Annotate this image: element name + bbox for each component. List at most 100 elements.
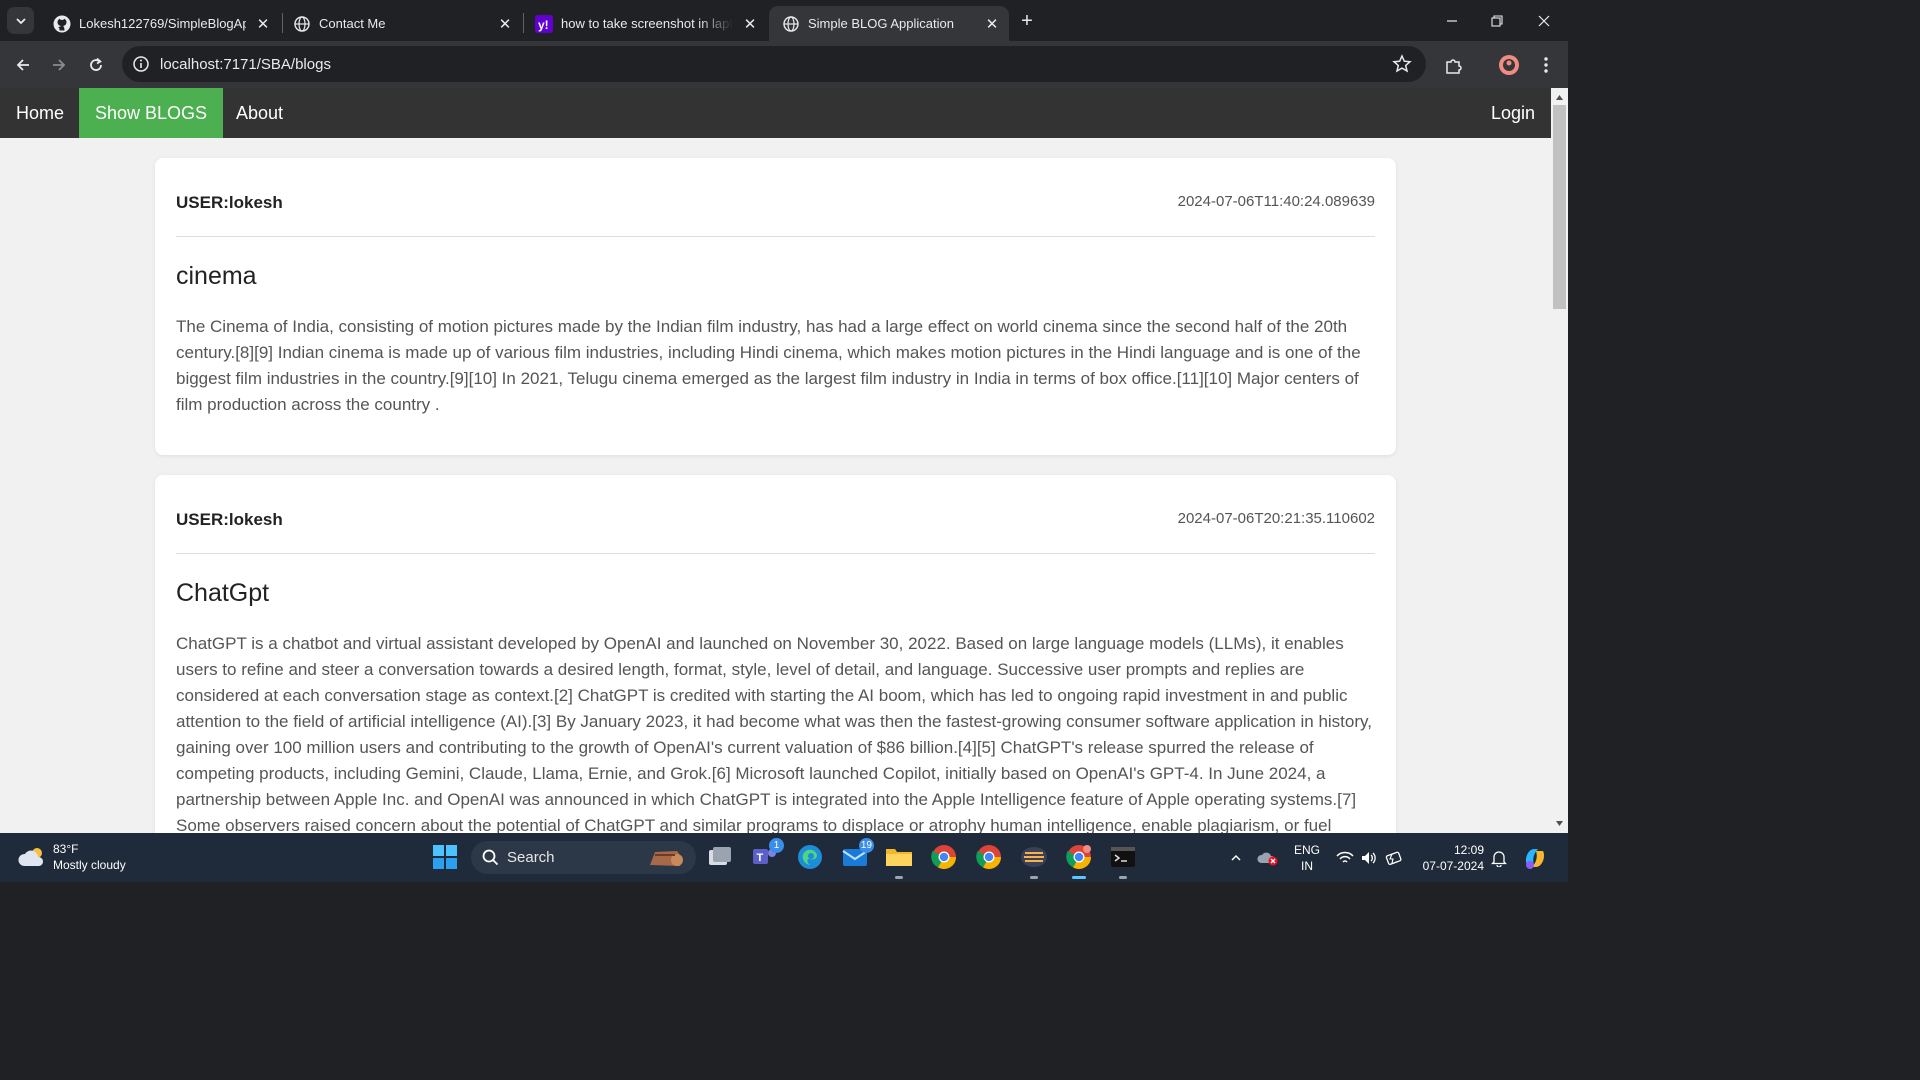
reload-button[interactable] [82, 51, 110, 79]
copilot-button[interactable] [1520, 833, 1550, 882]
close-tab-icon[interactable]: ✕ [496, 15, 514, 33]
language-code: ENG [1293, 843, 1320, 857]
chrome-profile-app[interactable] [973, 841, 1005, 873]
search-highlight-icon [650, 851, 683, 866]
windows-logo-icon [433, 845, 457, 869]
system-clock[interactable]: 12:09 07-07-2024 [1416, 842, 1484, 874]
browser-toolbar: localhost:7171/SBA/blogs [0, 41, 1568, 88]
nav-show-blogs-link[interactable]: Show BLOGS [79, 88, 224, 138]
teams-badge: 1 [769, 838, 784, 853]
mail-badge: 19 [858, 838, 874, 853]
blog-author: USER:lokesh [176, 510, 283, 529]
clock-date: 07-07-2024 [1422, 859, 1484, 873]
restore-button[interactable] [1474, 0, 1520, 41]
notifications-button[interactable] [1488, 833, 1510, 882]
close-icon [1538, 15, 1550, 26]
terminal-app[interactable] [1107, 841, 1139, 879]
blog-title: ChatGpt [176, 579, 270, 607]
tab-github[interactable]: Lokesh122769/SimpleBlogApp ✕ [40, 6, 280, 41]
blog-author: USER:lokesh [176, 193, 283, 212]
blog-body: ChatGPT is a chatbot and virtual assista… [176, 634, 1372, 833]
tab-simple-blog[interactable]: Simple BLOG Application ✕ [769, 6, 1009, 41]
mail-app[interactable]: 19 [839, 838, 874, 873]
wifi-tray-button[interactable] [1334, 833, 1356, 882]
wifi-icon [1336, 851, 1354, 863]
tab-contact-me[interactable]: Contact Me ✕ [280, 6, 522, 41]
avatar-icon [1499, 55, 1519, 75]
minimize-button[interactable] [1429, 0, 1475, 41]
sublime-app[interactable] [1018, 841, 1050, 879]
close-tab-icon[interactable]: ✕ [741, 15, 759, 33]
info-icon[interactable] [132, 55, 150, 73]
close-window-button[interactable] [1521, 0, 1567, 41]
copilot-icon [1525, 848, 1545, 869]
task-view-button[interactable] [704, 841, 736, 873]
running-indicator [1119, 876, 1127, 879]
running-indicator [895, 876, 903, 879]
blog-card: USER:lokesh 2024-07-06T11:40:24.089639 c… [155, 158, 1396, 455]
windows-taskbar: 83°F Mostly cloudy Search T 1 19 ENG IN … [0, 833, 1568, 882]
arrow-left-icon [16, 59, 29, 71]
puzzle-icon [1446, 59, 1462, 74]
more-vertical-icon [1544, 57, 1548, 73]
weather-widget[interactable]: 83°F Mostly cloudy [17, 841, 126, 873]
teams-app[interactable]: T 1 [749, 838, 784, 873]
browser-menu-button[interactable] [1534, 53, 1558, 77]
search-label: Search [507, 849, 555, 866]
weather-temp: 83°F [53, 842, 79, 856]
language-indicator[interactable]: ENG IN [1290, 842, 1324, 874]
battery-tray-button[interactable] [1383, 833, 1405, 882]
new-tab-button[interactable]: + [1015, 9, 1039, 33]
onedrive-error-icon [1257, 852, 1278, 865]
chrome-icon [931, 845, 956, 870]
task-view-icon [709, 847, 731, 865]
globe-icon [293, 15, 311, 33]
page-scrollbar[interactable] [1551, 88, 1568, 833]
tab-search-button[interactable] [7, 7, 34, 34]
region-code: IN [1301, 859, 1313, 873]
onedrive-tray-button[interactable] [1256, 833, 1280, 882]
extensions-button[interactable] [1442, 53, 1466, 77]
plus-icon: + [1021, 9, 1033, 32]
nav-home-link[interactable]: Home [0, 88, 80, 138]
scroll-up-icon[interactable] [1555, 93, 1564, 102]
close-tab-icon[interactable]: ✕ [254, 15, 272, 33]
address-bar[interactable]: localhost:7171/SBA/blogs [122, 46, 1426, 82]
blog-body: The Cinema of India, consisting of motio… [176, 317, 1361, 414]
show-hidden-icons-button[interactable] [1225, 833, 1247, 882]
battery-icon [1385, 851, 1402, 865]
profile-button[interactable] [1497, 53, 1521, 77]
bookmark-star-icon[interactable] [1392, 54, 1412, 74]
scrollbar-thumb[interactable] [1553, 105, 1566, 309]
start-button[interactable] [429, 841, 461, 873]
close-tab-icon[interactable]: ✕ [983, 15, 1001, 33]
url-text: localhost:7171/SBA/blogs [160, 56, 331, 73]
volume-tray-button[interactable] [1358, 833, 1380, 882]
editor-icon [1021, 847, 1047, 867]
edge-app[interactable] [794, 841, 826, 873]
cloud-icon [18, 848, 44, 866]
site-navbar: Home Show BLOGS About Login [0, 88, 1551, 138]
running-indicator [1072, 876, 1086, 879]
tab-title: Lokesh122769/SimpleBlogApp [79, 16, 246, 31]
divider [176, 553, 1375, 554]
scroll-down-icon[interactable] [1555, 819, 1564, 828]
yahoo-icon: y! [535, 14, 553, 33]
tab-yahoo-search[interactable]: y! how to take screenshot in laptop ✕ [522, 6, 767, 41]
blog-card: USER:lokesh 2024-07-06T20:21:35.110602 C… [155, 475, 1396, 833]
forward-button[interactable] [45, 51, 73, 79]
blog-date: 2024-07-06T20:21:35.110602 [1177, 510, 1375, 527]
chrome-app[interactable] [928, 841, 960, 873]
page-viewport: Home Show BLOGS About Login USER:lokesh … [0, 88, 1551, 833]
file-explorer-app[interactable] [883, 841, 915, 879]
chrome-icon [1066, 845, 1091, 870]
taskbar-search[interactable]: Search [471, 841, 696, 874]
tab-title: Contact Me [319, 16, 386, 31]
chrome-active-app[interactable] [1063, 841, 1095, 879]
back-button[interactable] [9, 51, 37, 79]
nav-about-link[interactable]: About [220, 88, 299, 138]
chevron-down-icon [15, 17, 26, 24]
terminal-icon [1111, 847, 1135, 867]
nav-login-link[interactable]: Login [1475, 88, 1551, 138]
github-icon [53, 15, 71, 33]
